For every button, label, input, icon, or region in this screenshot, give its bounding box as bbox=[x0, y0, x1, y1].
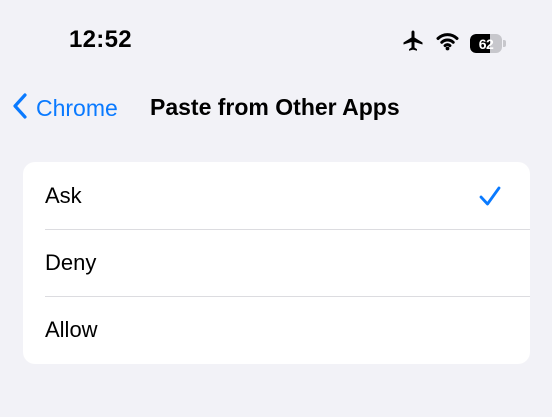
option-allow[interactable]: Allow bbox=[23, 296, 530, 363]
chevron-left-icon bbox=[12, 92, 28, 125]
airplane-mode-icon bbox=[401, 29, 425, 58]
battery-percentage: 62 bbox=[478, 35, 494, 52]
checkmark-icon bbox=[478, 185, 502, 207]
back-button-label: Chrome bbox=[36, 95, 118, 121]
wifi-icon bbox=[435, 31, 460, 56]
option-label: Allow bbox=[45, 316, 98, 342]
option-ask[interactable]: Ask bbox=[23, 162, 530, 229]
status-icons: 62 bbox=[401, 29, 506, 58]
battery-body: 62 bbox=[470, 34, 503, 53]
paste-options-list: Ask Deny Allow bbox=[23, 162, 530, 364]
navigation-bar: Chrome Paste from Other Apps bbox=[0, 80, 552, 134]
status-time: 12:52 bbox=[69, 26, 132, 53]
back-button[interactable]: Chrome bbox=[12, 92, 118, 125]
battery-icon: 62 bbox=[470, 34, 506, 53]
option-deny[interactable]: Deny bbox=[23, 229, 530, 296]
page-title: Paste from Other Apps bbox=[150, 94, 400, 120]
option-label: Deny bbox=[45, 249, 97, 275]
battery-cap bbox=[503, 40, 506, 47]
status-bar: 12:52 62 bbox=[0, 0, 552, 80]
option-label: Ask bbox=[45, 182, 82, 208]
